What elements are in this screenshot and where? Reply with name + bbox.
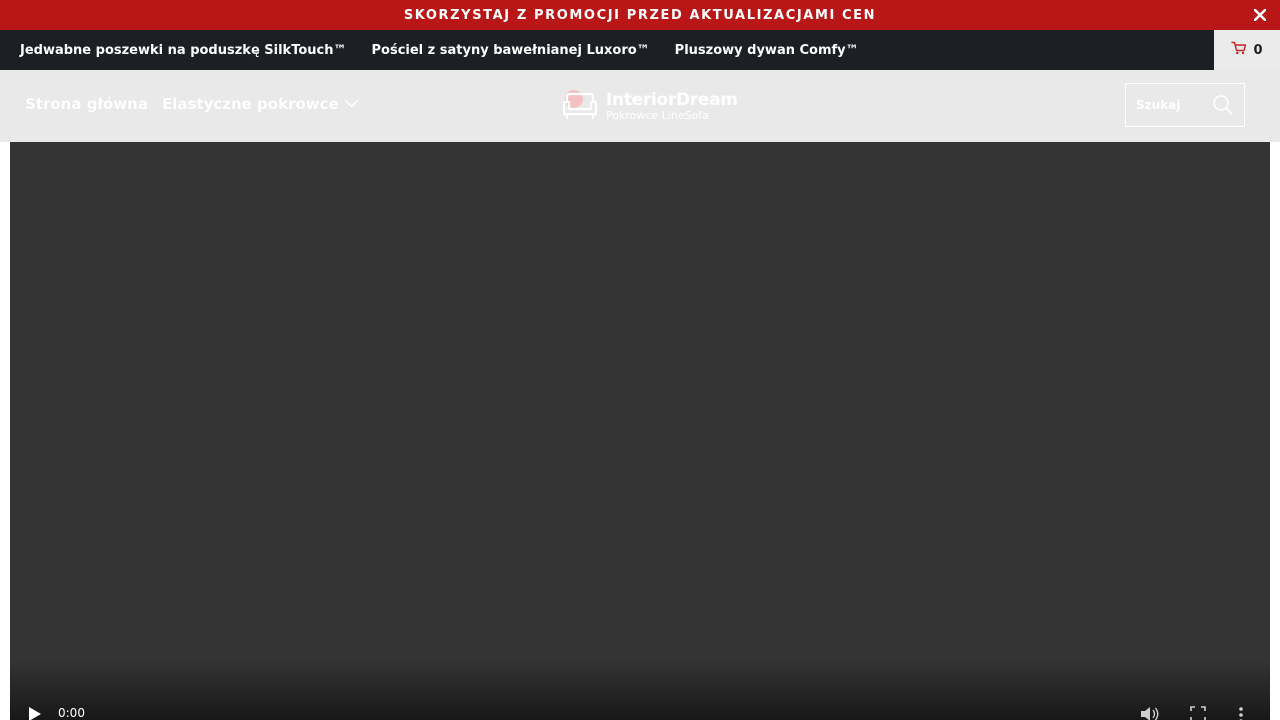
cart-button[interactable]: 0 [1214,30,1280,70]
top-nav-link-silktouch[interactable]: Jedwabne poszewki na poduszkę SilkTouch™ [20,43,347,58]
logo-texts: InteriorDream Pokrowce LineSofa [606,89,738,122]
close-icon[interactable] [1250,5,1270,25]
video-player[interactable]: 0:00 [10,142,1270,720]
top-nav-links: Jedwabne poszewki na poduszkę SilkTouch™… [0,30,859,70]
promo-bar: SKORZYSTAJ Z PROMOCJI PRZED AKTUALIZACJA… [0,0,1280,30]
logo-tagline: Pokrowce LineSofa [606,108,709,122]
top-nav: Jedwabne poszewki na poduszkę SilkTouch™… [0,30,1280,70]
chevron-down-icon [344,95,358,113]
menu-item-home[interactable]: Strona główna [25,95,148,113]
menu-item-covers[interactable]: Elastyczne pokrowce [162,95,358,113]
video-controls: 0:00 [10,706,1270,720]
more-icon[interactable] [1238,706,1244,720]
fullscreen-icon[interactable] [1190,706,1206,720]
main-menu: Strona główna Elastyczne pokrowce [25,70,358,138]
search-input[interactable] [1136,90,1214,120]
cart-icon [1231,41,1247,60]
search-box [1125,83,1245,127]
sofa-icon [560,87,600,126]
promo-text: SKORZYSTAJ Z PROMOCJI PRZED AKTUALIZACJA… [403,7,877,23]
volume-icon[interactable] [1140,706,1160,720]
menu-item-covers-label: Elastyczne pokrowce [161,95,339,113]
play-icon[interactable] [28,706,42,720]
search-icon[interactable] [1212,94,1234,116]
logo[interactable]: InteriorDream Pokrowce LineSofa [560,86,738,126]
logo-name: InteriorDream [606,89,738,110]
cart-count: 0 [1253,42,1263,58]
top-nav-link-luxoro[interactable]: Pościel z satyny bawełnianej Luxoro™ [372,43,650,58]
main-header: Strona główna Elastyczne pokrowce Interi… [0,70,1280,142]
top-nav-link-comfy[interactable]: Pluszowy dywan Comfy™ [675,43,859,58]
video-time: 0:00 [58,706,85,720]
